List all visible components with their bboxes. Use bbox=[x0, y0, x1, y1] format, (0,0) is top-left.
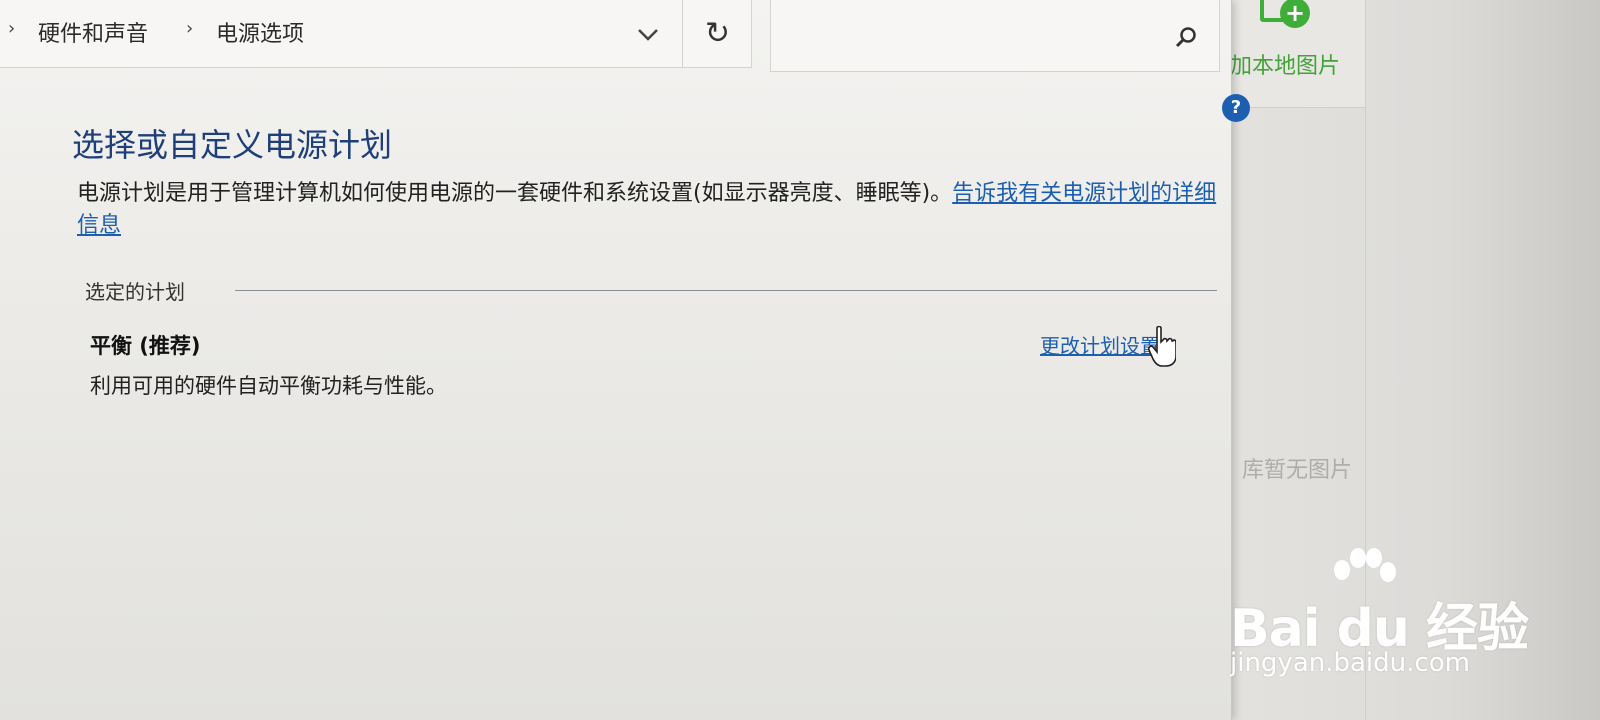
refresh-icon[interactable]: ↻ bbox=[682, 0, 752, 68]
background-app-toolbar: + 加本地图片 bbox=[1220, 0, 1365, 108]
help-icon[interactable]: ? bbox=[1222, 94, 1250, 122]
breadcrumb-separator-icon: › bbox=[186, 18, 194, 39]
page-description: 电源计划是用于管理计算机如何使用电源的一套硬件和系统设置(如显示器亮度、睡眠等)… bbox=[77, 178, 1237, 242]
watermark-url: jingyan.baidu.com bbox=[1230, 648, 1470, 678]
hand-cursor-icon bbox=[1148, 326, 1176, 367]
plan-description: 利用可用的硬件自动平衡功耗与性能。 bbox=[90, 374, 447, 398]
page-title: 选择或自定义电源计划 bbox=[72, 126, 393, 164]
search-input[interactable] bbox=[770, 0, 1220, 72]
add-local-image-label[interactable]: 加本地图片 bbox=[1230, 48, 1340, 80]
breadcrumb-separator-icon: › bbox=[8, 18, 16, 39]
address-bar[interactable]: › 硬件和声音 › 电源选项 ↻ bbox=[0, 0, 752, 68]
chevron-down-icon[interactable] bbox=[628, 20, 668, 50]
baidu-watermark: Bai du 经验 jingyan.baidu.com bbox=[1230, 548, 1530, 688]
power-options-window: › 硬件和声音 › 电源选项 ↻ ? 选择或自定义电源计划 电源计划是用于管理计… bbox=[0, 0, 1250, 720]
breadcrumb-power-options[interactable]: 电源选项 bbox=[216, 16, 304, 48]
change-plan-settings-link[interactable]: 更改计划设置 bbox=[1040, 330, 1160, 359]
breadcrumb-hardware-sound[interactable]: 硬件和声音 bbox=[38, 16, 148, 48]
section-divider bbox=[235, 290, 1217, 291]
description-text: 电源计划是用于管理计算机如何使用电源的一套硬件和系统设置(如显示器亮度、睡眠等)… bbox=[77, 181, 953, 206]
add-plus-icon[interactable]: + bbox=[1280, 0, 1310, 28]
selected-plan-heading: 选定的计划 bbox=[85, 280, 185, 304]
search-icon[interactable] bbox=[1175, 26, 1197, 48]
plan-name: 平衡 (推荐) bbox=[90, 334, 201, 358]
no-images-label: 库暂无图片 bbox=[1242, 458, 1353, 483]
